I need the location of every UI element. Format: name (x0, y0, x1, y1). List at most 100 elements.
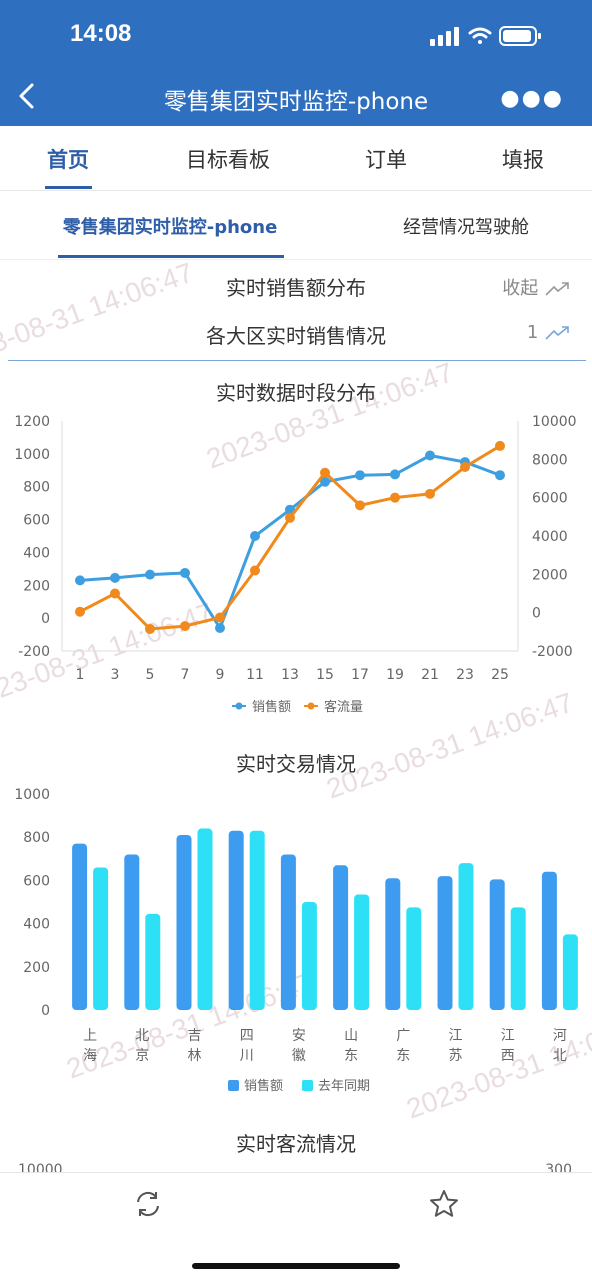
legend-marker (307, 702, 315, 710)
bar-1 (280, 854, 296, 1010)
bar-1 (228, 830, 244, 1010)
series-point-2 (355, 500, 365, 511)
series-point-1 (215, 623, 225, 633)
trend-icon (545, 326, 569, 340)
bar-chart: 02004006008001000上海北京吉林四川安徽山东广东江苏江西河北销售额… (14, 787, 578, 1094)
x-tick-label: 1 (76, 667, 85, 683)
bar-chart-title: 实时交易情况 (236, 752, 356, 776)
x-tick-label: 上 (83, 1028, 97, 1044)
series-point-1 (110, 572, 120, 583)
y-tick-label: 200 (23, 960, 50, 976)
bar-2 (562, 934, 578, 1010)
x-tick-label: 17 (351, 667, 369, 683)
series-point-1 (355, 470, 365, 481)
x-tick-label: 川 (240, 1048, 254, 1064)
x-tick-label: 四 (240, 1028, 254, 1044)
x-tick-label: 北 (553, 1048, 567, 1064)
y-tick-label: -200 (18, 644, 50, 660)
bar-1 (333, 865, 349, 1010)
tab-target-board[interactable]: 目标看板 (186, 144, 270, 174)
bar-2 (406, 907, 422, 1010)
legend-swatch (228, 1080, 239, 1091)
legend-swatch (302, 1080, 313, 1091)
y2-tick-label: 0 (532, 606, 541, 622)
bar-1 (489, 879, 505, 1010)
star-icon[interactable] (428, 1188, 460, 1220)
line-chart: -200020040060080010001200-20000200040006… (14, 414, 577, 715)
x-tick-label: 19 (386, 667, 404, 683)
home-indicator (192, 1263, 400, 1269)
series-point-2 (390, 492, 400, 503)
bar-1 (385, 878, 401, 1010)
x-tick-label: 苏 (449, 1048, 463, 1064)
traffic-chart-title: 实时客流情况 (236, 1132, 356, 1156)
y2-tick-label: 8000 (532, 452, 568, 468)
region-dropdown[interactable]: 1 (527, 322, 572, 343)
series-point-2 (460, 462, 470, 472)
divider (8, 360, 586, 361)
bar-2 (354, 894, 370, 1010)
active-tab-indicator (45, 186, 92, 189)
x-tick-label: 9 (216, 667, 225, 683)
y-tick-label: 800 (23, 830, 50, 846)
x-tick-label: 13 (281, 667, 299, 683)
x-tick-label: 23 (456, 667, 474, 683)
x-tick-label: 安 (292, 1028, 306, 1044)
tab-home[interactable]: 首页 (47, 144, 89, 174)
collapse-icon (545, 282, 569, 296)
bar-1 (176, 835, 192, 1010)
y-tick-label: 400 (23, 917, 50, 933)
series-point-2 (495, 440, 505, 451)
x-tick-label: 京 (135, 1048, 149, 1064)
collapse-button[interactable]: 收起 (502, 274, 572, 300)
legend-label: 销售额 (252, 699, 291, 715)
x-tick-label: 广 (396, 1028, 410, 1044)
series-point-2 (425, 488, 435, 499)
bar-1 (541, 871, 557, 1010)
main-tabs: 首页 目标看板 订单 填报 (0, 126, 592, 191)
y-tick-label: 1200 (14, 414, 50, 430)
x-tick-label: 东 (396, 1048, 410, 1064)
bar-2 (301, 902, 317, 1010)
x-tick-label: 北 (135, 1028, 149, 1044)
x-tick-label: 11 (246, 667, 264, 683)
series-point-1 (180, 567, 190, 578)
tab-orders[interactable]: 订单 (365, 144, 407, 174)
x-tick-label: 林 (188, 1048, 202, 1064)
tab-report[interactable]: 填报 (502, 144, 544, 174)
y2-tick-label: 2000 (532, 567, 568, 583)
x-tick-label: 3 (111, 667, 120, 683)
legend-label: 客流量 (324, 699, 363, 715)
y-tick-label: 800 (23, 480, 50, 496)
y2-tick-label: 10000 (532, 414, 577, 430)
y2-tick-label: 6000 (532, 491, 568, 507)
series-point-1 (495, 470, 505, 481)
x-tick-label: 江 (501, 1028, 515, 1044)
series-point-2 (215, 612, 225, 623)
signal-icon (430, 27, 459, 46)
series-point-1 (75, 575, 85, 586)
bar-1 (437, 876, 453, 1010)
x-tick-label: 东 (344, 1048, 358, 1064)
x-tick-label: 徽 (292, 1048, 306, 1064)
status-icons (428, 24, 548, 52)
x-tick-label: 海 (83, 1048, 97, 1064)
y-tick-label: 0 (41, 1003, 50, 1019)
x-tick-label: 7 (181, 667, 190, 683)
y-tick-label: 600 (23, 873, 50, 889)
bar-2 (510, 907, 526, 1010)
x-tick-label: 21 (421, 667, 439, 683)
y-tick-label: 1000 (14, 787, 50, 803)
refresh-icon[interactable] (133, 1189, 163, 1219)
x-tick-label: 吉 (188, 1028, 202, 1044)
more-options-icon[interactable]: ●●● (500, 86, 564, 111)
y-tick-label: 600 (23, 513, 50, 529)
y-tick-label: 0 (41, 611, 50, 627)
x-tick-label: 江 (449, 1028, 463, 1044)
series-point-2 (75, 606, 85, 617)
subtab-operations-cockpit[interactable]: 经营情况驾驶舱 (403, 213, 529, 239)
active-subtab-indicator (58, 255, 284, 258)
subtab-retail-monitor[interactable]: 零售集团实时监控-phone (63, 213, 278, 239)
y2-tick-label: -2000 (532, 644, 573, 660)
line-chart-title: 实时数据时段分布 (216, 381, 376, 405)
